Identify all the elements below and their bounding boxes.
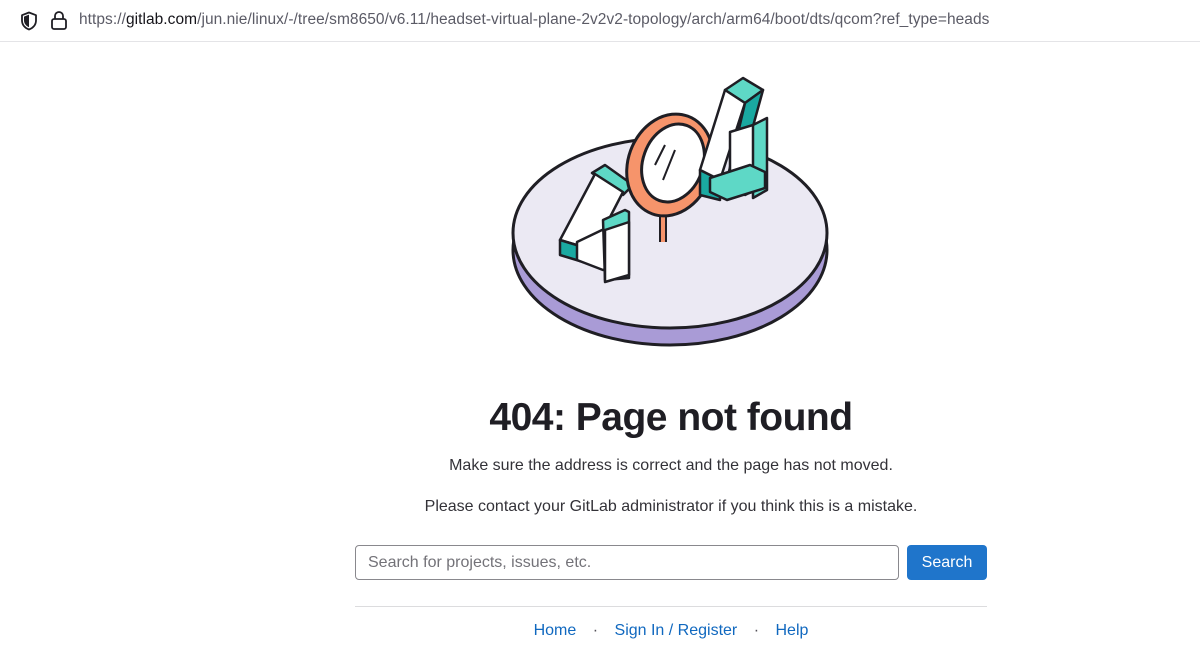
- page-title: 404: Page not found: [489, 396, 853, 439]
- contact-admin-message: Please contact your GitLab administrator…: [424, 498, 918, 515]
- shield-icon[interactable]: [20, 11, 38, 31]
- footer-separator: ·: [753, 622, 760, 639]
- search-button[interactable]: Search: [907, 545, 987, 580]
- footer-links: Home · Sign In / Register · Help: [0, 622, 1200, 640]
- home-link[interactable]: Home: [534, 622, 577, 639]
- url-host: gitlab.com: [125, 11, 198, 28]
- lock-icon[interactable]: [50, 10, 68, 31]
- url-path: /jun.nie/linux/-/tree/sm8650/v6.11/heads…: [197, 11, 990, 28]
- sign-in-register-link[interactable]: Sign In / Register: [615, 622, 738, 639]
- digit-four-right: [698, 76, 769, 202]
- url-scheme: https://: [79, 11, 126, 28]
- error-message: Make sure the address is correct and the…: [449, 457, 893, 474]
- footer-separator: ·: [592, 622, 599, 639]
- search-input[interactable]: [355, 545, 899, 580]
- address-text[interactable]: https://gitlab.com/jun.nie/linux/-/tree/…: [79, 11, 989, 29]
- 404-illustration: [511, 76, 829, 347]
- help-link[interactable]: Help: [775, 622, 808, 639]
- browser-url-bar[interactable]: https://gitlab.com/jun.nie/linux/-/tree/…: [0, 0, 1200, 42]
- divider: [355, 606, 987, 607]
